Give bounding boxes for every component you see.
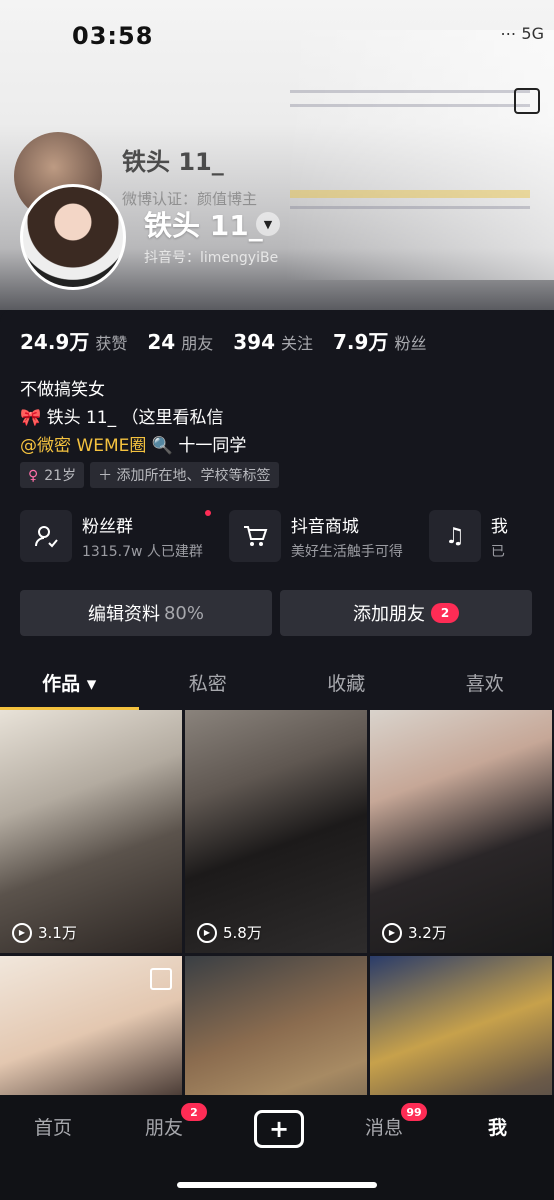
service-fan-group[interactable]: 粉丝群 1315.7w 人已建群 — [20, 509, 211, 562]
content-tabs: 作品 ▾ 私密 收藏 喜欢 — [0, 664, 554, 710]
nav-messages[interactable]: 消息 99 — [365, 1103, 427, 1140]
edit-profile-button[interactable]: 编辑资料 80% — [20, 590, 272, 636]
blur-line — [290, 206, 530, 209]
mention-link[interactable]: @微密 WEME圈 — [20, 436, 146, 456]
multi-image-icon — [150, 968, 172, 990]
service-sub: 1315.7w 人已建群 — [82, 543, 203, 560]
add-tags-button[interactable]: ＋ 添加所在地、学校等标签 — [90, 462, 279, 488]
tags-row: ♀ 21岁 ＋ 添加所在地、学校等标签 — [20, 462, 279, 488]
chevron-down-icon[interactable]: ▼ — [256, 212, 280, 236]
messages-badge: 99 — [401, 1103, 427, 1121]
music-icon: ♫ — [428, 510, 481, 562]
profile-header: 03:58 ⋯ 5G 铁头 11_ 微博认证：颜值博主 铁头 11_ ▼ 抖音号… — [0, 0, 554, 310]
home-indicator — [177, 1182, 377, 1188]
nav-home[interactable]: 首页 — [34, 1113, 72, 1140]
tab-works[interactable]: 作品 ▾ — [0, 664, 139, 710]
add-friend-button[interactable]: 添加朋友 2 — [280, 590, 532, 636]
service-mall[interactable]: 抖音商城 美好生活触手可得 — [228, 510, 403, 562]
fan-group-icon — [20, 510, 72, 562]
services-row: 粉丝群 1315.7w 人已建群 抖音商城 美好生活触手可得 ♫ 我 已 — [20, 509, 508, 562]
red-dot — [204, 509, 211, 516]
service-music[interactable]: ♫ 我 已 — [428, 510, 508, 562]
bio-line: 不做搞笑女 — [20, 380, 105, 400]
stat-followers[interactable]: 7.9万 粉丝 — [333, 326, 426, 355]
service-sub: 美好生活触手可得 — [290, 543, 403, 560]
actions-row: 编辑资料 80% 添加朋友 2 — [20, 590, 532, 636]
age-tag: ♀ 21岁 — [20, 462, 85, 488]
friends-badge: 2 — [181, 1103, 207, 1121]
service-title: 抖音商城 — [290, 516, 359, 537]
video-thumbnail[interactable]: ▶ 3.2万 — [370, 710, 552, 953]
cart-icon — [228, 510, 281, 562]
nav-me[interactable]: 我 — [488, 1113, 507, 1140]
stat-following[interactable]: 394 关注 — [233, 330, 313, 354]
bio: 不做搞笑女 🎀 铁头 11_ （这里看私信 @微密 WEME圈 🔍 十一同学 — [20, 376, 246, 460]
tab-favorites[interactable]: 收藏 — [277, 664, 416, 710]
stat-likes[interactable]: 24.9万 获赞 — [20, 326, 127, 355]
douyin-id: 抖音号：limengyiBe — [144, 250, 279, 266]
blur-line — [290, 90, 530, 93]
service-sub: 已 — [490, 543, 505, 560]
status-icons: ⋯ 5G — [500, 24, 544, 43]
tab-private[interactable]: 私密 — [139, 664, 278, 710]
play-icon: ▶ — [382, 922, 402, 943]
tab-likes[interactable]: 喜欢 — [416, 664, 554, 710]
create-button[interactable]: + — [254, 1110, 304, 1148]
bio-line: @微密 WEME圈 🔍 十一同学 — [20, 436, 247, 456]
stat-friends[interactable]: 24 朋友 — [147, 330, 213, 354]
stats-row: 24.9万 获赞 24 朋友 394 关注 7.9万 粉丝 — [20, 326, 426, 355]
video-thumbnail[interactable]: ▶ 3.1万 — [0, 710, 182, 953]
play-icon: ▶ — [12, 922, 32, 943]
blur-line — [290, 190, 530, 198]
view-count: ▶ 5.8万 — [197, 922, 262, 943]
ghost-name: 铁头 11_ — [122, 148, 224, 176]
avatar[interactable] — [20, 184, 126, 290]
view-count: ▶ 3.2万 — [382, 922, 447, 943]
nav-friends[interactable]: 朋友 2 — [145, 1103, 207, 1140]
bow-icon: 🎀 — [20, 408, 42, 428]
count-badge: 2 — [431, 603, 459, 623]
service-title: 粉丝群 — [82, 509, 211, 537]
blurred-overlay — [285, 30, 554, 280]
service-title: 我 — [490, 516, 508, 537]
blur-line — [290, 104, 530, 107]
profile-name: 铁头 11_ — [144, 209, 263, 242]
magnifier-icon: 🔍 — [151, 436, 173, 456]
bio-line: 🎀 铁头 11_ （这里看私信 — [20, 408, 224, 428]
female-icon: ♀ — [28, 468, 39, 484]
status-time: 03:58 — [72, 22, 154, 50]
view-count: ▶ 3.1万 — [12, 922, 77, 943]
video-thumbnail[interactable]: ▶ 5.8万 — [185, 710, 367, 953]
play-icon: ▶ — [197, 922, 217, 943]
fullscreen-icon[interactable] — [514, 88, 540, 114]
